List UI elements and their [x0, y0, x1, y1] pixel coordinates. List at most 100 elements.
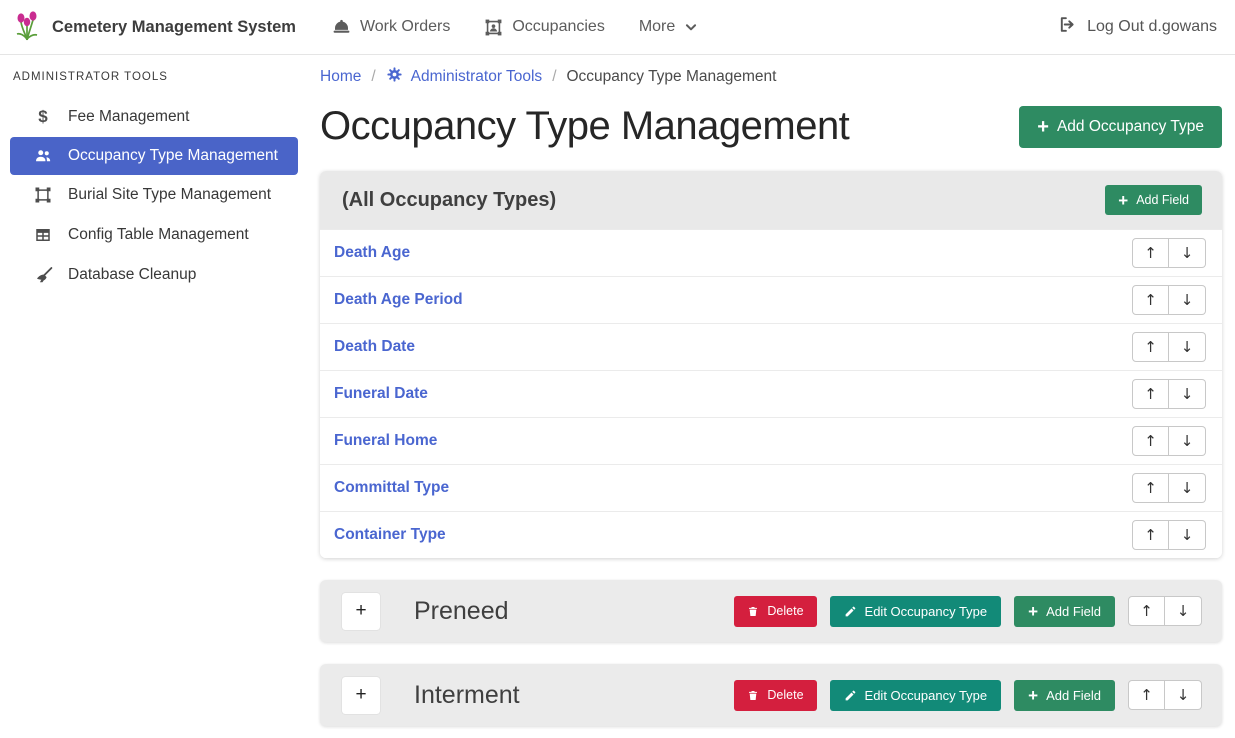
breadcrumb: Home / Administrator Tools / Occupanc	[320, 66, 1222, 88]
add-field-button[interactable]: + Add Field	[1014, 680, 1115, 711]
breadcrumb-admin-tools-link[interactable]: Administrator Tools	[386, 66, 543, 88]
field-link-death-age-period[interactable]: Death Age Period	[334, 291, 463, 309]
move-down-button[interactable]: ↓	[1165, 680, 1202, 710]
app-brand: Cemetery Management System	[12, 8, 296, 47]
chevron-down-icon	[684, 20, 698, 34]
sidebar-heading: ADMINISTRATOR TOOLS	[13, 71, 310, 83]
sidebar-item-database-cleanup[interactable]: Database Cleanup	[0, 255, 310, 295]
delete-button[interactable]: Delete	[734, 680, 816, 711]
sidebar-item-fee-management[interactable]: $ Fee Management	[0, 97, 310, 137]
breadcrumb-current-page: Occupancy Type Management	[567, 68, 777, 86]
pencil-icon	[844, 689, 857, 702]
gear-icon	[386, 66, 403, 88]
sidebar-item-label: Occupancy Type Management	[68, 147, 278, 165]
plus-icon: +	[1037, 117, 1049, 137]
move-down-button[interactable]: ↓	[1169, 379, 1206, 409]
occupancy-frame-icon	[484, 18, 503, 37]
top-navbar: Cemetery Management System Work Orders	[0, 0, 1235, 55]
sidebar-item-occupancy-type-management[interactable]: Occupancy Type Management	[10, 137, 298, 175]
reorder-buttons: ↑ ↓	[1128, 596, 1202, 626]
page-title: Occupancy Type Management	[320, 104, 849, 149]
expand-section-button[interactable]: +	[342, 677, 380, 714]
logout-button[interactable]: Log Out d.gowans	[1058, 15, 1217, 39]
move-up-button[interactable]: ↑	[1132, 473, 1169, 503]
page-header: Occupancy Type Management + Add Occupanc…	[320, 104, 1222, 149]
edit-occupancy-type-label: Edit Occupancy Type	[865, 688, 988, 703]
move-up-button[interactable]: ↑	[1128, 680, 1165, 710]
add-field-button[interactable]: + Add Field	[1014, 596, 1115, 627]
field-link-committal-type[interactable]: Committal Type	[334, 479, 449, 497]
breadcrumb-label: Administrator Tools	[411, 68, 543, 86]
field-link-death-age[interactable]: Death Age	[334, 244, 410, 262]
plus-icon: +	[1118, 192, 1128, 209]
move-up-button[interactable]: ↑	[1132, 285, 1169, 315]
delete-label: Delete	[767, 688, 803, 702]
move-up-button[interactable]: ↑	[1132, 332, 1169, 362]
breadcrumb-label: Home	[320, 68, 361, 86]
field-link-funeral-date[interactable]: Funeral Date	[334, 385, 428, 403]
users-icon	[32, 147, 54, 165]
sidebar-item-burial-site-type-management[interactable]: Burial Site Type Management	[0, 175, 310, 215]
add-occupancy-type-button[interactable]: + Add Occupancy Type	[1019, 106, 1222, 148]
admin-sidebar: ADMINISTRATOR TOOLS $ Fee Management Occ…	[0, 55, 310, 738]
move-down-button[interactable]: ↓	[1169, 332, 1206, 362]
move-down-button[interactable]: ↓	[1169, 520, 1206, 550]
plot-selection-icon	[32, 186, 54, 204]
logout-label: Log Out d.gowans	[1087, 18, 1217, 36]
field-link-container-type[interactable]: Container Type	[334, 526, 446, 544]
delete-label: Delete	[767, 604, 803, 618]
move-down-button[interactable]: ↓	[1169, 426, 1206, 456]
breadcrumb-separator: /	[371, 68, 375, 86]
field-row: Funeral Home ↑ ↓	[320, 417, 1222, 464]
reorder-buttons: ↑ ↓	[1132, 426, 1206, 456]
all-types-card-header: (All Occupancy Types) + Add Field	[320, 171, 1222, 229]
move-down-button[interactable]: ↓	[1169, 238, 1206, 268]
field-link-death-date[interactable]: Death Date	[334, 338, 415, 356]
all-occupancy-types-card: (All Occupancy Types) + Add Field Death …	[320, 171, 1222, 558]
reorder-buttons: ↑ ↓	[1132, 473, 1206, 503]
nav-item-more[interactable]: More	[639, 18, 698, 36]
edit-occupancy-type-button[interactable]: Edit Occupancy Type	[830, 596, 1002, 627]
nav-item-label: Occupancies	[512, 18, 605, 36]
section-title: Preneed	[414, 597, 509, 626]
reorder-buttons: ↑ ↓	[1132, 332, 1206, 362]
reorder-buttons: ↑ ↓	[1128, 680, 1202, 710]
reorder-buttons: ↑ ↓	[1132, 520, 1206, 550]
move-down-button[interactable]: ↓	[1169, 473, 1206, 503]
edit-occupancy-type-button[interactable]: Edit Occupancy Type	[830, 680, 1002, 711]
breadcrumb-separator: /	[552, 68, 556, 86]
move-up-button[interactable]: ↑	[1132, 379, 1169, 409]
add-field-button[interactable]: + Add Field	[1105, 185, 1202, 215]
dollar-icon: $	[32, 107, 54, 127]
nav-item-label: More	[639, 18, 675, 36]
reorder-buttons: ↑ ↓	[1132, 379, 1206, 409]
sidebar-item-label: Config Table Management	[68, 226, 249, 244]
nav-item-work-orders[interactable]: Work Orders	[332, 18, 450, 37]
move-up-button[interactable]: ↑	[1128, 596, 1165, 626]
field-link-funeral-home[interactable]: Funeral Home	[334, 432, 437, 450]
section-title: Interment	[414, 681, 520, 710]
breadcrumb-home-link[interactable]: Home	[320, 68, 361, 86]
expand-section-button[interactable]: +	[342, 593, 380, 630]
nav-item-occupancies[interactable]: Occupancies	[484, 18, 605, 37]
sidebar-item-config-table-management[interactable]: Config Table Management	[0, 215, 310, 255]
move-down-button[interactable]: ↓	[1165, 596, 1202, 626]
sidebar-item-label: Database Cleanup	[68, 266, 196, 284]
logout-icon	[1058, 15, 1077, 39]
move-up-button[interactable]: ↑	[1132, 426, 1169, 456]
reorder-buttons: ↑ ↓	[1132, 238, 1206, 268]
sidebar-item-label: Fee Management	[68, 108, 190, 126]
table-icon	[32, 226, 54, 244]
field-row: Funeral Date ↑ ↓	[320, 370, 1222, 417]
move-up-button[interactable]: ↑	[1132, 238, 1169, 268]
move-up-button[interactable]: ↑	[1132, 520, 1169, 550]
tulip-logo-icon	[12, 8, 42, 47]
move-down-button[interactable]: ↓	[1169, 285, 1206, 315]
field-row: Container Type ↑ ↓	[320, 511, 1222, 558]
field-row: Death Age Period ↑ ↓	[320, 276, 1222, 323]
navbar-menu: Work Orders Occupancies More	[332, 18, 698, 37]
section-actions: Delete Edit Occupancy Type + Add Field ↑…	[734, 680, 1202, 711]
delete-button[interactable]: Delete	[734, 596, 816, 627]
add-field-label: Add Field	[1136, 193, 1189, 207]
occupancy-type-section-preneed: + Preneed Delete Edit Occupancy Typ	[320, 580, 1222, 642]
